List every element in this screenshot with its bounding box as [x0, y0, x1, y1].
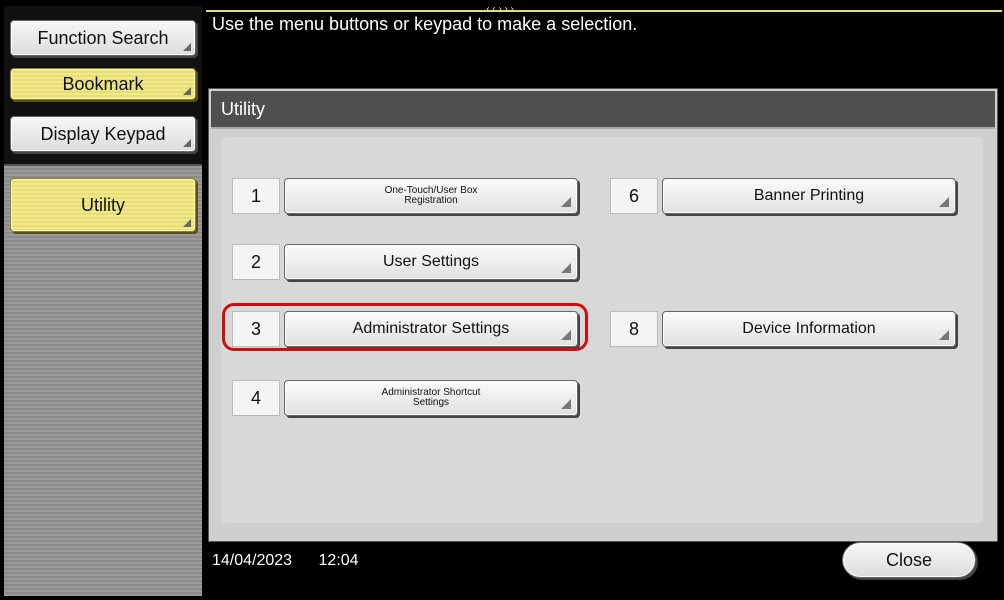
menu-button-device-information[interactable]: Device Information: [662, 311, 956, 347]
corner-indicator-icon: [561, 399, 571, 409]
menu-item-number-label: 6: [628, 185, 639, 206]
close-button[interactable]: Close: [842, 542, 976, 578]
utility-button[interactable]: Utility: [10, 178, 196, 232]
highlight-box: [222, 303, 588, 351]
display-keypad-button[interactable]: Display Keypad: [10, 116, 196, 152]
device-screen: ‹‹››› Function Search Bookmark Display K…: [0, 0, 1004, 600]
corner-indicator-icon: [183, 43, 191, 51]
menu-item-number-label: 4: [250, 387, 261, 408]
bookmark-label: Bookmark: [62, 73, 144, 94]
left-sidebar: Function Search Bookmark Display Keypad …: [4, 6, 202, 596]
menu-button-label: Device Information: [742, 320, 876, 337]
menu-button-banner-printing[interactable]: Banner Printing: [662, 178, 956, 214]
panel-title: Utility: [221, 99, 265, 119]
date: 14/04/2023: [212, 552, 293, 569]
menu-item-number-label: 8: [628, 318, 639, 339]
corner-indicator-icon: [939, 330, 949, 340]
menu-button-label: Administrator Shortcut Settings: [381, 387, 481, 408]
function-search-label: Function Search: [37, 27, 169, 48]
menu-button-label: User Settings: [382, 253, 480, 270]
menu-item-number-label: 2: [250, 251, 261, 272]
menu-item-number-8: 8: [610, 311, 658, 347]
menu-item-number-4: 4: [232, 380, 280, 416]
panel-header: Utility: [211, 91, 995, 129]
menu-button-administrator-shortcut-settings[interactable]: Administrator Shortcut Settings: [284, 380, 578, 416]
close-label: Close: [885, 549, 933, 570]
bookmark-button[interactable]: Bookmark: [10, 68, 196, 100]
corner-indicator-icon: [939, 197, 949, 207]
menu-button-label: Banner Printing: [753, 187, 865, 204]
corner-indicator-icon: [183, 87, 191, 95]
display-keypad-label: Display Keypad: [40, 123, 166, 144]
time: 12:04: [318, 552, 359, 569]
function-search-button[interactable]: Function Search: [10, 20, 196, 56]
corner-indicator-icon: [561, 263, 571, 273]
menu-button-user-settings[interactable]: User Settings: [284, 244, 578, 280]
menu-button-one-touch-user-box-registration[interactable]: One-Touch/User Box Registration: [284, 178, 578, 214]
top-accent-line: [206, 10, 1002, 12]
instruction-message: Use the menu buttons or keypad to make a…: [212, 14, 638, 34]
menu-item-number-1: 1: [232, 178, 280, 214]
utility-label: Utility: [81, 194, 125, 215]
menu-item-number-label: 1: [250, 185, 261, 206]
menu-button-label: One-Touch/User Box Registration: [384, 185, 478, 206]
corner-indicator-icon: [183, 219, 191, 227]
top-handle-icon[interactable]: ‹‹›››: [470, 5, 530, 15]
menu-item-number-2: 2: [232, 244, 280, 280]
date-time: 14/04/2023 12:04: [212, 552, 359, 570]
corner-indicator-icon: [183, 139, 191, 147]
menu-item-number-6: 6: [610, 178, 658, 214]
corner-indicator-icon: [561, 197, 571, 207]
